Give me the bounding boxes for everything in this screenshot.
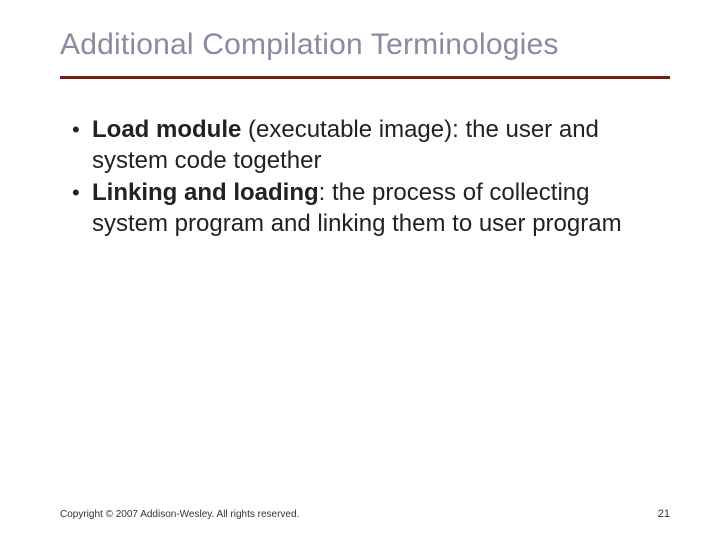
title-rule [60,76,670,79]
term-bold: Load module [92,116,241,143]
slide-body: • Load module (executable image): the us… [60,115,670,240]
term-bold: Linking and loading [92,179,319,206]
list-item: • Linking and loading: the process of co… [72,178,670,239]
list-item: • Load module (executable image): the us… [72,115,670,176]
copyright-text: Copyright © 2007 Addison-Wesley. All rig… [60,509,299,520]
slide: Additional Compilation Terminologies • L… [0,0,720,540]
bullet-icon: • [72,178,92,208]
bullet-icon: • [72,115,92,145]
bullet-text: Load module (executable image): the user… [92,115,670,176]
slide-title: Additional Compilation Terminologies [60,28,670,62]
slide-footer: Copyright © 2007 Addison-Wesley. All rig… [60,508,670,520]
page-number: 21 [658,508,670,520]
bullet-text: Linking and loading: the process of coll… [92,178,670,239]
